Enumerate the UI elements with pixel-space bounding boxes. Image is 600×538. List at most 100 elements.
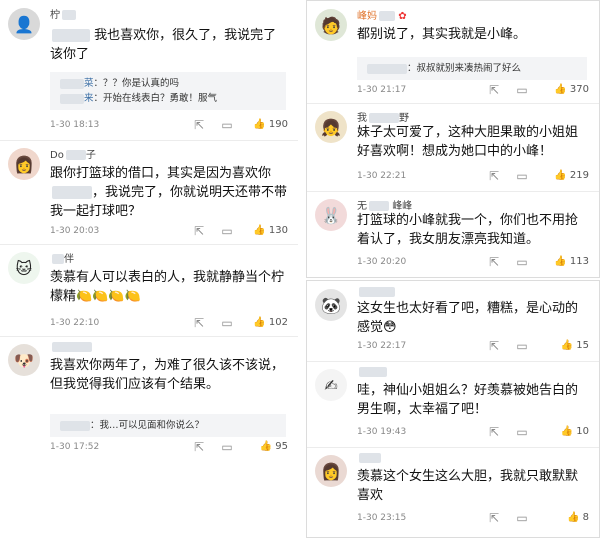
username[interactable]: 伴	[50, 250, 74, 265]
username[interactable]: 无 峰峰	[357, 197, 412, 212]
username[interactable]: 我野	[357, 109, 409, 124]
comment-footer: 1-30 22:10 ⇱ ▭ 👍 102	[50, 316, 288, 332]
avatar[interactable]: 🐱	[8, 252, 40, 284]
reply-line: ：叔叔就别来凑热闹了好么	[365, 61, 579, 76]
comment-item: ✍ 哇，神仙小姐姐么？好羡慕被她告白的男生啊，太幸福了吧！ 1-30 19:43…	[307, 361, 599, 448]
timestamp: 1-30 19:43	[357, 427, 407, 437]
timestamp: 1-30 22:17	[357, 341, 407, 351]
share-icon[interactable]: ⇱	[192, 316, 206, 330]
like-button[interactable]: 👍 113	[554, 256, 589, 267]
share-icon[interactable]: ⇱	[487, 83, 501, 97]
like-count: 370	[569, 84, 589, 95]
share-icon[interactable]: ⇱	[487, 169, 501, 183]
username[interactable]	[50, 342, 92, 353]
comment-icon[interactable]: ▭	[220, 440, 234, 454]
like-button[interactable]: 👍 219	[554, 170, 589, 181]
avatar[interactable]: 👩	[8, 148, 40, 180]
timestamp: 1-30 23:15	[357, 513, 407, 523]
comment-text: 我也喜欢你，很久了，我说完了该你了	[50, 28, 277, 62]
like-button[interactable]: 👍 130	[253, 225, 288, 236]
comment-icon[interactable]: ▭	[220, 316, 234, 330]
comment-icon[interactable]: ▭	[515, 511, 529, 525]
comment-panel-right-bottom: 🐼 这女生也太好看了吧，糟糕，是心动的感觉😳 1-30 22:17 ⇱ ▭ 👍 …	[306, 280, 600, 538]
like-count: 8	[582, 512, 589, 523]
like-button[interactable]: 👍 8	[567, 512, 589, 523]
thumbs-up-icon: 👍	[560, 426, 574, 437]
username[interactable]: 峰妈 ✿	[357, 7, 407, 22]
like-count: 190	[268, 119, 288, 130]
thumbs-up-icon: 👍	[560, 340, 574, 351]
reply-line: ：我…可以见面和你说么？	[58, 418, 278, 433]
reply-line: 菜：？？你是认真的吗	[58, 76, 278, 91]
comment-item: 🐼 这女生也太好看了吧，糟糕，是心动的感觉😳 1-30 22:17 ⇱ ▭ 👍 …	[307, 281, 599, 362]
comment-panel-left: 👤 柠 我也喜欢你，很久了，我说完了该你了 菜：？？你是认真的吗 来：开始在线表…	[0, 0, 298, 538]
username[interactable]	[357, 367, 387, 378]
comment-footer: 1-30 21:17 ⇱ ▭ 👍 370	[357, 83, 589, 99]
like-button[interactable]: 👍 15	[561, 340, 589, 351]
comment-icon[interactable]: ▭	[220, 118, 234, 132]
comment-item: 🐶 我喜欢你两年了，为难了很久该不该说，但我觉得我们应该有个结果。 ：我…可以见…	[0, 336, 298, 466]
comment-item: 🐰 无 峰峰 打篮球的小峰就我一个，你们也不用抢着认了，我女朋友漂亮我知道。 1…	[307, 191, 599, 277]
comment-item: 👩 Do 子 跟你打篮球的借口，其实是因为喜欢你，我说完了，你就说明天还带不带我一…	[0, 140, 298, 245]
reply-line: 来：开始在线表白？勇敢！服气	[58, 91, 278, 106]
comment-panel-right-top: 🧑 峰妈 ✿ 都别说了，其实我就是小峰。 ：叔叔就别来凑热闹了好么 1-30 2…	[306, 0, 600, 278]
comment-item: 👤 柠 我也喜欢你，很久了，我说完了该你了 菜：？？你是认真的吗 来：开始在线表…	[0, 0, 298, 141]
comment-text: 跟你打篮球的借口，其实是因为喜欢你，我说完了，你就说明天还带不带我一起打球吧？	[50, 166, 288, 219]
comment-icon[interactable]: ▭	[515, 339, 529, 353]
like-count: 102	[268, 317, 288, 328]
timestamp: 1-30 22:21	[357, 171, 407, 181]
like-button[interactable]: 👍 102	[253, 317, 288, 328]
thumbs-up-icon: 👍	[253, 225, 266, 236]
comment-footer: 1-30 20:20 ⇱ ▭ 👍 113	[357, 255, 589, 271]
comment-text: 哇，神仙小姐姐么？好羡慕被她告白的男生啊，太幸福了吧！	[357, 383, 579, 417]
avatar[interactable]: 🐰	[315, 199, 347, 231]
avatar[interactable]: 🐼	[315, 289, 347, 321]
share-icon[interactable]: ⇱	[487, 255, 501, 269]
share-icon[interactable]: ⇱	[487, 511, 501, 525]
thumbs-up-icon: 👍	[554, 170, 567, 181]
comment-text: 羡慕这个女生这么大胆，我就只敢默默喜欢	[357, 469, 579, 503]
thumbs-up-icon: 👍	[566, 512, 580, 523]
comment-item: 👧 我野 妹子太可爱了，这种大胆果敢的小姐姐好喜欢啊！想成为她口中的小峰！ 1-…	[307, 103, 599, 192]
thumbs-up-icon: 👍	[253, 119, 266, 130]
comment-icon[interactable]: ▭	[515, 83, 529, 97]
timestamp: 1-30 17:52	[50, 442, 100, 452]
timestamp: 1-30 18:13	[50, 120, 100, 130]
thumbs-up-icon: 👍	[554, 256, 567, 267]
like-button[interactable]: 👍 370	[554, 84, 589, 95]
thumbs-up-icon: 👍	[259, 441, 273, 452]
comment-icon[interactable]: ▭	[220, 224, 234, 238]
username[interactable]: Do 子	[50, 146, 96, 161]
reply-box[interactable]: ：叔叔就别来凑热闹了好么	[357, 57, 587, 80]
share-icon[interactable]: ⇱	[192, 118, 206, 132]
avatar[interactable]: 🐶	[8, 344, 40, 376]
comment-icon[interactable]: ▭	[515, 169, 529, 183]
share-icon[interactable]: ⇱	[192, 440, 206, 454]
thumbs-up-icon: 👍	[253, 317, 266, 328]
like-button[interactable]: 👍 95	[260, 441, 288, 452]
avatar[interactable]: ✍	[315, 369, 347, 401]
username[interactable]	[357, 287, 395, 298]
reply-box[interactable]: ：我…可以见面和你说么？	[50, 414, 286, 437]
share-icon[interactable]: ⇱	[192, 224, 206, 238]
avatar[interactable]: 🧑	[315, 9, 347, 41]
reply-box[interactable]: 菜：？？你是认真的吗 来：开始在线表白？勇敢！服气	[50, 72, 286, 110]
like-button[interactable]: 👍 190	[253, 119, 288, 130]
avatar[interactable]: 👧	[315, 111, 347, 143]
avatar[interactable]: 👤	[8, 8, 40, 40]
comment-text: 这女生也太好看了吧，糟糕，是心动的感觉😳	[357, 301, 579, 335]
comment-footer: 1-30 17:52 ⇱ ▭ 👍 95	[50, 440, 288, 456]
comment-text: 我喜欢你两年了，为难了很久该不该说，但我觉得我们应该有个结果。	[50, 358, 285, 392]
avatar[interactable]: 👩	[315, 455, 347, 487]
comment-icon[interactable]: ▭	[515, 425, 529, 439]
username[interactable]: 柠	[50, 6, 76, 21]
comment-footer: 1-30 22:17 ⇱ ▭ 👍 15	[357, 339, 589, 355]
username[interactable]	[357, 453, 381, 464]
timestamp: 1-30 22:10	[50, 318, 100, 328]
share-icon[interactable]: ⇱	[487, 425, 501, 439]
timestamp: 1-30 20:20	[357, 257, 407, 267]
comment-icon[interactable]: ▭	[515, 255, 529, 269]
share-icon[interactable]: ⇱	[487, 339, 501, 353]
like-button[interactable]: 👍 10	[561, 426, 589, 437]
comment-text: 妹子太可爱了，这种大胆果敢的小姐姐好喜欢啊！想成为她口中的小峰！	[357, 125, 579, 159]
